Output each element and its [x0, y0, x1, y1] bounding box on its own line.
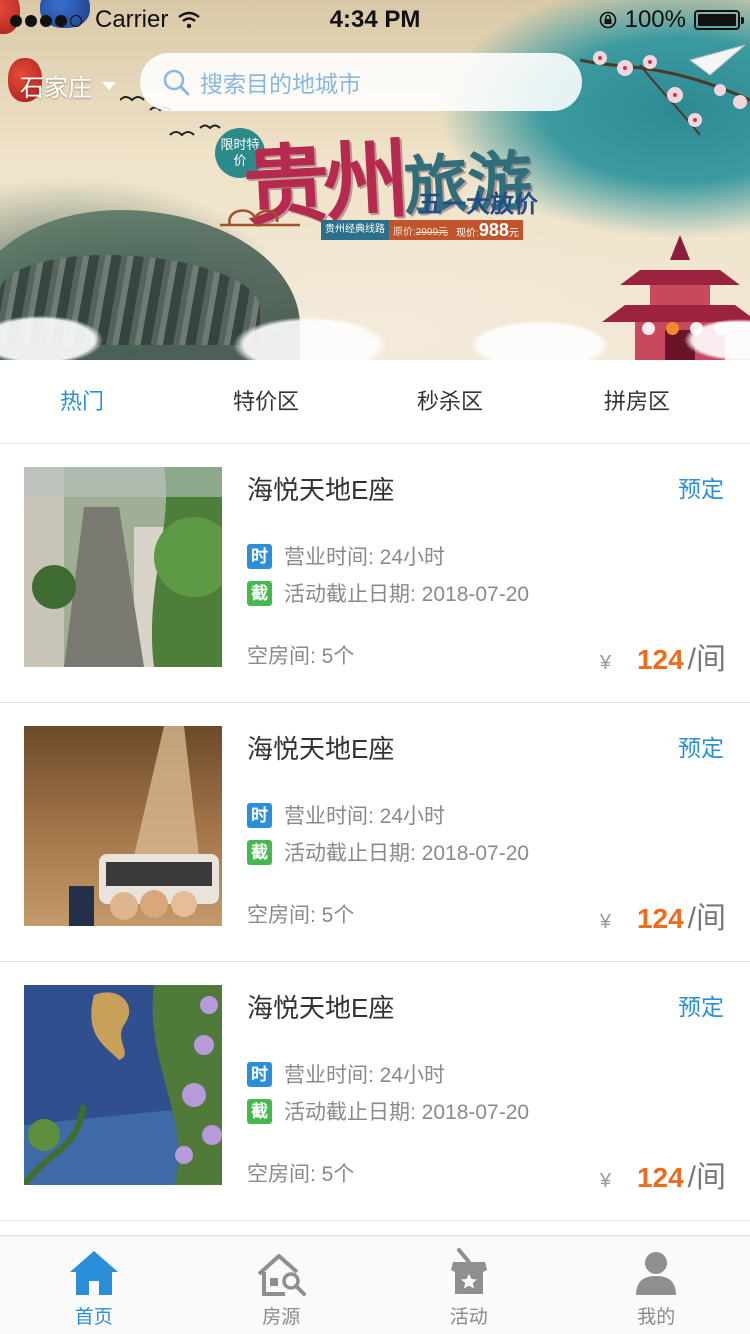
search-icon — [163, 69, 190, 96]
price-unit: /间 — [687, 902, 726, 935]
category-tabs: 热门 特价区 秒杀区 拼房区 — [0, 360, 750, 444]
tab-label: 我的 — [637, 1307, 676, 1328]
book-button[interactable]: 预定 — [678, 470, 724, 504]
current-price: 现价:988元 — [456, 219, 519, 240]
hotel-name: 海悦天地E座 — [247, 734, 395, 764]
tab-hot[interactable]: 热门 — [0, 360, 164, 443]
search-input[interactable]: 搜索目的地城市 — [140, 53, 582, 111]
city-name: 石家庄 — [20, 75, 92, 102]
pager-dot-active[interactable] — [666, 322, 679, 335]
pager-dot[interactable] — [690, 322, 703, 335]
blossom-illustration — [580, 44, 750, 136]
price-value: 124 — [636, 1162, 684, 1193]
user-icon — [636, 1252, 677, 1295]
currency-symbol: ¥ — [599, 911, 611, 933]
tab-label: 活动 — [449, 1307, 488, 1328]
rotation-lock-icon — [599, 11, 616, 29]
house-search-icon — [257, 1254, 307, 1296]
tab-special-price[interactable]: 特价区 — [164, 360, 368, 443]
business-hours: 时 营业时间: 24小时 — [247, 541, 445, 571]
bottom-tab-bar: 首页 房源 活动 我的 — [0, 1235, 750, 1334]
clouds-illustration — [0, 300, 750, 360]
search-placeholder: 搜索目的地城市 — [200, 71, 361, 97]
deadline: 截 活动截止日期: 2018-07-20 — [247, 578, 529, 608]
business-hours: 时 营业时间: 24小时 — [247, 1059, 445, 1089]
activity-bag-icon — [450, 1248, 487, 1294]
list-item[interactable]: 海悦天地E座 预定 时 营业时间: 24小时 截 活动截止日期: 2018-07… — [0, 703, 750, 962]
tab-label: 首页 — [74, 1307, 113, 1328]
home-icon — [69, 1251, 118, 1295]
vacant-rooms: 空房间: 5个 — [247, 645, 355, 668]
price-unit: /间 — [687, 1161, 726, 1194]
caret-down-icon — [102, 81, 116, 90]
deadline: 截 活动截止日期: 2018-07-20 — [247, 1096, 529, 1126]
original-price: 原价:2999元 — [393, 226, 449, 238]
pager-dot[interactable] — [714, 322, 727, 335]
vacant-rooms: 空房间: 5个 — [247, 904, 355, 927]
deadline-tag: 截 — [247, 1098, 272, 1124]
vacant-rooms: 空房间: 5个 — [247, 1163, 355, 1186]
tab-label: 房源 — [262, 1307, 301, 1328]
hotel-name: 海悦天地E座 — [247, 993, 395, 1023]
hours-tag: 时 — [247, 802, 272, 828]
city-selector[interactable]: 石家庄 — [20, 68, 116, 103]
route-label: 贵州经典线路 — [321, 220, 389, 240]
hotel-photo — [24, 467, 222, 667]
room-price: ¥ 124 /间 — [600, 893, 726, 937]
hotel-photo — [24, 985, 222, 1185]
list-item[interactable]: 海悦天地E座 预定 时 营业时间: 24小时 截 活动截止日期: 2018-07… — [0, 962, 750, 1221]
hours-tag: 时 — [247, 543, 272, 569]
promo-subtitle: 五一大放价 — [418, 191, 538, 218]
deadline-text: 活动截止日期: 2018-07-20 — [284, 583, 530, 606]
tab-profile[interactable]: 我的 — [563, 1236, 750, 1334]
promo-price-line: 贵州经典线路 原价:2999元 现价:988元 — [321, 220, 523, 240]
deadline-text: 活动截止日期: 2018-07-20 — [284, 842, 530, 865]
business-hours-text: 营业时间: 24小时 — [284, 546, 446, 569]
business-hours-text: 营业时间: 24小时 — [284, 805, 446, 828]
deadline-tag: 截 — [247, 839, 272, 865]
tab-listings[interactable]: 房源 — [188, 1236, 376, 1334]
price-value: 124 — [636, 903, 684, 934]
currency-symbol: ¥ — [599, 652, 611, 674]
cloud-ornament-icon — [220, 209, 300, 227]
currency-symbol: ¥ — [599, 1170, 611, 1192]
promo-artwork: 限时特价 贵州旅游 五一大放价 贵州经典线路 原价:2999元 现价:988元 — [215, 100, 575, 250]
price-value: 124 — [636, 644, 684, 675]
room-price: ¥ 124 /间 — [600, 634, 726, 678]
price-unit: /间 — [687, 643, 726, 676]
tab-home[interactable]: 首页 — [0, 1236, 188, 1334]
hotel-list: 海悦天地E座 预定 时 营业时间: 24小时 截 活动截止日期: 2018-07… — [0, 444, 750, 1221]
hours-tag: 时 — [247, 1061, 272, 1087]
deadline-text: 活动截止日期: 2018-07-20 — [284, 1101, 530, 1124]
hotel-photo — [24, 726, 222, 926]
business-hours: 时 营业时间: 24小时 — [247, 800, 445, 830]
deadline: 截 活动截止日期: 2018-07-20 — [247, 837, 529, 867]
battery-percent: 100% — [624, 6, 686, 33]
list-item[interactable]: 海悦天地E座 预定 时 营业时间: 24小时 截 活动截止日期: 2018-07… — [0, 444, 750, 703]
book-button[interactable]: 预定 — [678, 988, 724, 1022]
banner-pager[interactable] — [642, 322, 738, 335]
status-bar: Carrier 4:34 PM 100% — [0, 0, 750, 40]
tab-shared-room[interactable]: 拼房区 — [532, 360, 742, 443]
tab-flash-sale[interactable]: 秒杀区 — [368, 360, 532, 443]
tab-activities[interactable]: 活动 — [375, 1236, 563, 1334]
book-button[interactable]: 预定 — [678, 729, 724, 763]
hotel-name: 海悦天地E座 — [247, 475, 395, 505]
room-price: ¥ 124 /间 — [600, 1152, 726, 1196]
battery-icon — [694, 10, 744, 30]
pager-dot[interactable] — [642, 322, 655, 335]
deadline-tag: 截 — [247, 580, 272, 606]
business-hours-text: 营业时间: 24小时 — [284, 1064, 446, 1087]
